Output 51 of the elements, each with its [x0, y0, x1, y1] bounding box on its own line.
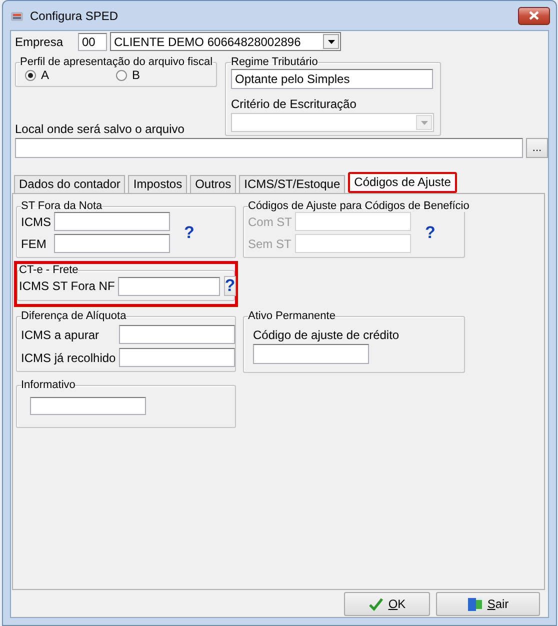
- text-field[interactable]: [253, 344, 369, 364]
- field-label: ICMS a apurar: [21, 328, 100, 342]
- group-title: Perfil de apresentação do arquivo fiscal: [20, 56, 213, 68]
- checkmark-icon: [368, 596, 384, 612]
- tab[interactable]: Outros: [190, 175, 236, 193]
- field-label: ICMS ST Fora NF: [19, 279, 115, 293]
- door-icon: [467, 596, 484, 612]
- browse-button[interactable]: ...: [526, 138, 548, 158]
- company-dropdown[interactable]: CLIENTE DEMO 60664828002896: [110, 32, 341, 51]
- close-button[interactable]: [518, 6, 550, 24]
- tab[interactable]: Dados do contador: [14, 175, 126, 193]
- help-button[interactable]: ?: [224, 276, 236, 296]
- radio-option[interactable]: A: [25, 68, 116, 82]
- field-label: Critério de Escrituração: [231, 97, 358, 111]
- text-field[interactable]: [118, 325, 235, 344]
- field-label: ICMS: [21, 214, 51, 228]
- group-title: Ativo Permanente: [248, 310, 336, 322]
- field-label: Código de ajuste de crédito: [253, 328, 400, 342]
- group-title: Informativo: [21, 379, 76, 391]
- exit-button[interactable]: Sair: [436, 592, 540, 616]
- group-title: Códigos de Ajuste para Códigos de Benefício: [248, 200, 470, 212]
- text-field[interactable]: [118, 348, 235, 367]
- tab[interactable]: Códigos de Ajuste: [348, 172, 457, 193]
- text-field[interactable]: [118, 276, 220, 296]
- tab[interactable]: ICMS/ST/Estoque: [239, 175, 346, 193]
- field-label: Sem ST: [248, 236, 292, 250]
- field-label: FEM: [21, 236, 48, 250]
- field-label: Local onde será salvo o arquivo: [15, 122, 186, 136]
- text-field[interactable]: Optante pelo Simples: [231, 69, 433, 89]
- ok-button[interactable]: OK: [344, 592, 430, 616]
- path-field[interactable]: [15, 138, 523, 158]
- window-title: Configura SPED: [30, 8, 120, 22]
- field-label: Com ST: [248, 214, 292, 228]
- code-field[interactable]: 00: [78, 32, 107, 50]
- group-title: CT-e - Frete: [19, 264, 78, 276]
- app-icon: [10, 10, 24, 22]
- dropdown-arrow-icon: [420, 120, 428, 124]
- dropdown-arrow-icon: [328, 40, 334, 44]
- group-title: Regime Tributário: [231, 56, 318, 68]
- tab[interactable]: Impostos: [128, 175, 188, 193]
- group-title: ST Fora da Nota: [21, 200, 102, 212]
- field-label: Empresa: [15, 34, 64, 48]
- text-field[interactable]: [54, 212, 170, 231]
- group-title: Diferença de Alíquota: [21, 310, 126, 322]
- radio-option[interactable]: B: [116, 68, 207, 82]
- text-field[interactable]: [30, 397, 146, 415]
- help-icon[interactable]: ?: [425, 222, 436, 242]
- field-label: ICMS já recolhido: [21, 350, 116, 364]
- help-icon[interactable]: ?: [184, 222, 194, 242]
- close-icon: [529, 11, 539, 20]
- text-field[interactable]: [54, 234, 170, 253]
